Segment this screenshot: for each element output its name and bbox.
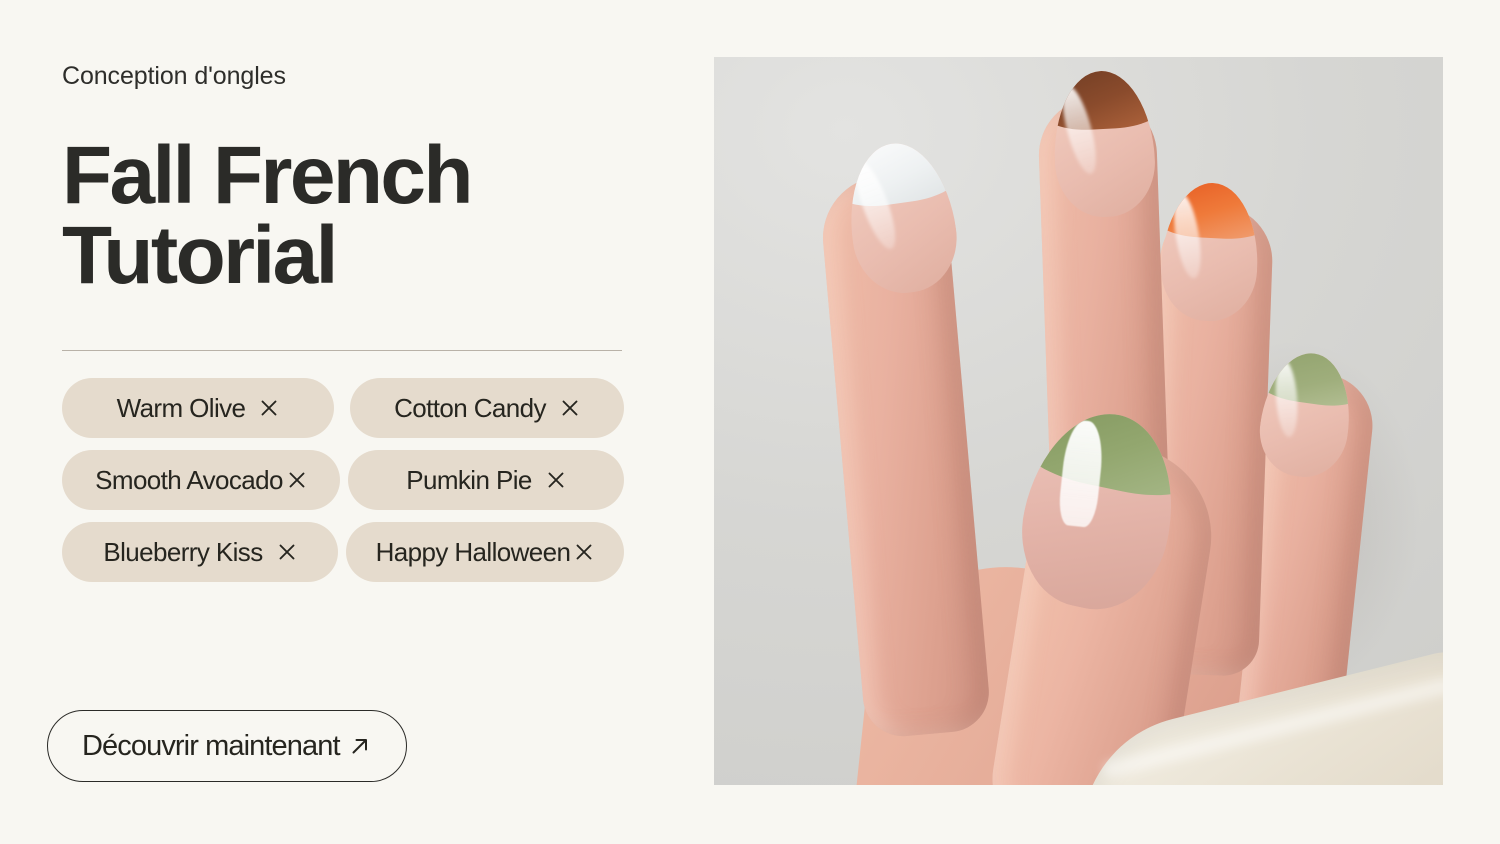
ring-nail <box>1158 180 1262 324</box>
close-icon[interactable] <box>259 398 279 418</box>
tag-chip-label: Smooth Avocado <box>95 464 283 495</box>
discover-now-button-label: Découvrir maintenant <box>82 729 341 762</box>
close-icon[interactable] <box>287 470 307 490</box>
section-divider <box>62 350 622 351</box>
index-nail <box>840 136 964 300</box>
tag-chip-label: Pumkin Pie <box>406 464 532 495</box>
tag-chip-label: Warm Olive <box>116 392 246 423</box>
tag-chip-cotton-candy[interactable]: Cotton Candy <box>350 378 624 438</box>
hand-illustration <box>714 57 1443 785</box>
tag-chip-pumkin-pie[interactable]: Pumkin Pie <box>348 450 624 510</box>
tag-chip-warm-olive[interactable]: Warm Olive <box>62 378 334 438</box>
page-title: Fall French Tutorial <box>62 130 622 301</box>
tag-chip-list: Warm Olive Cotton Candy Smooth Avocado P… <box>62 378 624 582</box>
left-content-panel: Conception d'ongles Fall French Tutorial… <box>47 0 662 844</box>
tag-chip-label: Cotton Candy <box>394 392 546 423</box>
close-icon[interactable] <box>546 470 566 490</box>
close-icon[interactable] <box>560 398 580 418</box>
promo-banner: Conception d'ongles Fall French Tutorial… <box>0 0 1500 844</box>
tag-chip-happy-halloween[interactable]: Happy Halloween <box>346 522 624 582</box>
tag-chip-label: Happy Halloween <box>375 536 571 567</box>
close-icon[interactable] <box>277 542 297 562</box>
pinky-nail <box>1253 347 1359 483</box>
nail-manicure-photo <box>714 57 1443 785</box>
close-icon[interactable] <box>574 542 594 562</box>
middle-nail <box>1050 68 1158 220</box>
discover-now-button[interactable]: Découvrir maintenant <box>47 710 407 782</box>
arrow-up-right-icon <box>348 734 372 758</box>
headline-line-1: Fall French <box>62 130 473 221</box>
tag-chip-blueberry-kiss[interactable]: Blueberry Kiss <box>62 522 338 582</box>
headline-line-2: Tutorial <box>62 209 338 301</box>
eyebrow-category-label: Conception d'ongles <box>62 62 286 90</box>
tag-chip-label: Blueberry Kiss <box>103 536 263 567</box>
tag-chip-smooth-avocado[interactable]: Smooth Avocado <box>62 450 340 510</box>
